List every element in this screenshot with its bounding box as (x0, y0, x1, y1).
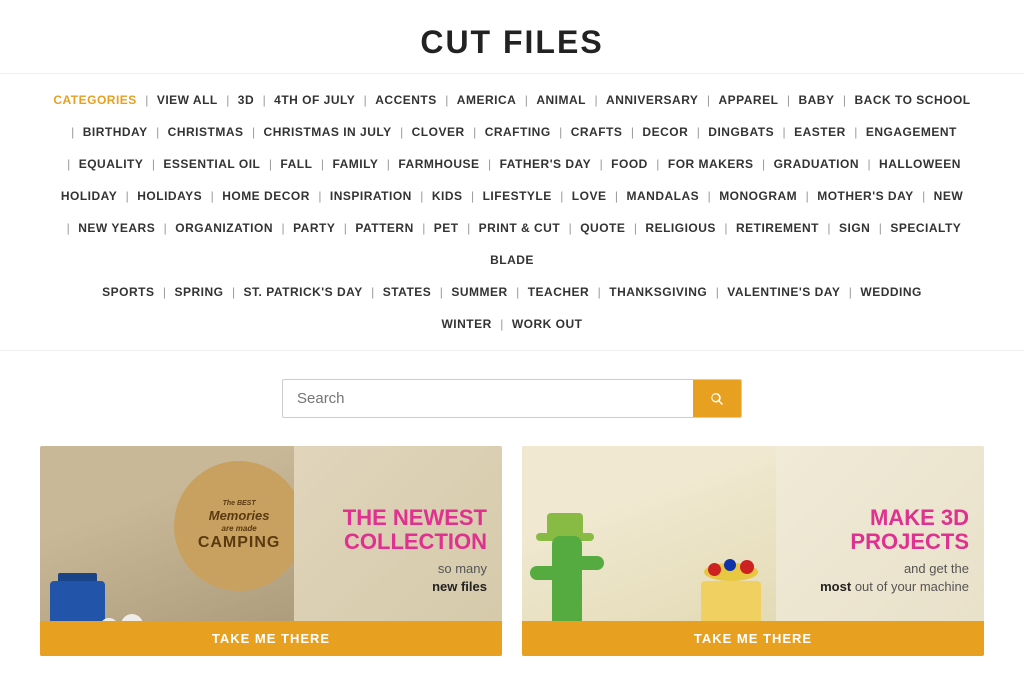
nav-item-easter[interactable]: EASTER (794, 125, 846, 139)
nav-item-religious[interactable]: RELIGIOUS (645, 221, 716, 235)
nav-item-holidays[interactable]: HOLIDAYS (137, 189, 202, 203)
nav-sep: | (145, 93, 148, 107)
nav-item-valentines[interactable]: VALENTINE'S DAY (727, 285, 840, 299)
nav-item-mandalas[interactable]: MANDALAS (626, 189, 699, 203)
hat-top (547, 513, 583, 533)
page-title: CUT FILES (20, 24, 1004, 61)
nav-item-graduation[interactable]: GRADUATION (774, 157, 859, 171)
search-container (282, 379, 742, 418)
nav-item-printcut[interactable]: PRINT & CUT (479, 221, 561, 235)
cactus-shape (552, 536, 582, 626)
nav-item-clover[interactable]: CLOVER (412, 125, 465, 139)
card-3d-projects: MAKE 3D PROJECTS and get the most out of… (522, 446, 984, 656)
nav-item-party[interactable]: PARTY (293, 221, 335, 235)
berry3 (708, 563, 721, 576)
nav-item-inspiration[interactable]: INSPIRATION (330, 189, 412, 203)
camping-circle: The BEST Memories are made CAMPING (174, 461, 294, 591)
nav-item-stpatricks[interactable]: ST. PATRICK'S DAY (244, 285, 363, 299)
nav-item-spring[interactable]: SPRING (175, 285, 224, 299)
nav-item-4th[interactable]: 4TH OF JULY (274, 93, 355, 107)
nav-item-halloween[interactable]: HALLOWEEN (879, 157, 961, 171)
card-right-button-area: TAKE ME THERE (522, 621, 984, 656)
nav-item-pet[interactable]: PET (434, 221, 459, 235)
nav-section: CATEGORIES | VIEW ALL | 3D | 4TH OF JULY… (0, 74, 1024, 351)
nav-item-dingbats[interactable]: DINGBATS (708, 125, 774, 139)
nav-item-mothersday[interactable]: MOTHER'S DAY (817, 189, 913, 203)
nav-item-birthday[interactable]: BIRTHDAY (83, 125, 148, 139)
nav-item-christmas[interactable]: CHRISTMAS (168, 125, 244, 139)
card-right-cta-button[interactable]: TAKE ME THERE (522, 621, 984, 656)
nav-item-sports[interactable]: SPORTS (102, 285, 154, 299)
nav-item-crafts[interactable]: CRAFTS (571, 125, 623, 139)
nav-item-pattern[interactable]: PATTERN (355, 221, 413, 235)
nav-item-america[interactable]: AMERICA (457, 93, 517, 107)
nav-item-quote[interactable]: QUOTE (580, 221, 625, 235)
nav-item-newyears[interactable]: NEW YEARS (78, 221, 155, 235)
nav-item-retirement[interactable]: RETIREMENT (736, 221, 819, 235)
nav-item-essentialoil[interactable]: ESSENTIAL OIL (163, 157, 260, 171)
nav-item-states[interactable]: STATES (383, 285, 432, 299)
card-right-subtext: and get the most out of your machine (767, 560, 969, 596)
berry1 (740, 560, 754, 574)
card-left-button-area: TAKE ME THERE (40, 621, 502, 656)
search-icon (709, 391, 725, 407)
nav-item-winter[interactable]: WINTER (441, 317, 491, 331)
camping-circle-text: The BEST Memories are made CAMPING (198, 500, 281, 553)
nav-item-thanksgiving[interactable]: THANKSGIVING (609, 285, 707, 299)
nav-item-decor[interactable]: DECOR (642, 125, 688, 139)
nav-item-lifestyle[interactable]: LIFESTYLE (483, 189, 552, 203)
nav-item-engagement[interactable]: ENGAGEMENT (866, 125, 957, 139)
nav-item-formakers[interactable]: FOR MAKERS (668, 157, 754, 171)
nav-item-crafting[interactable]: CRAFTING (485, 125, 551, 139)
nav-item-homedecor[interactable]: HOME DECOR (222, 189, 310, 203)
nav-item-3d[interactable]: 3D (238, 93, 254, 107)
nav-item-summer[interactable]: SUMMER (451, 285, 507, 299)
nav-item-new[interactable]: NEW (934, 189, 964, 203)
nav-item-farmhouse[interactable]: FARMHOUSE (398, 157, 479, 171)
nav-item-baby[interactable]: BABY (798, 93, 834, 107)
nav-item-fathersday[interactable]: FATHER'S DAY (500, 157, 592, 171)
card-left-subtext: so many new files (285, 560, 487, 596)
nav-item-categories[interactable]: CATEGORIES (53, 93, 136, 107)
card-left-heading: THE NEWEST COLLECTION (285, 506, 487, 554)
cards-section: The BEST Memories are made CAMPING THE N… (0, 446, 1024, 686)
nav-item-sign[interactable]: SIGN (839, 221, 870, 235)
nav-item-food[interactable]: FOOD (611, 157, 648, 171)
nav-item-family[interactable]: FAMILY (332, 157, 378, 171)
nav-item-holiday[interactable]: HOLIDAY (61, 189, 117, 203)
nav-item-christmasinjuly[interactable]: CHRISTMAS IN JULY (264, 125, 392, 139)
nav-item-wedding[interactable]: WEDDING (860, 285, 922, 299)
page-title-section: CUT FILES (0, 0, 1024, 74)
cooler-icon (50, 581, 105, 626)
berry2 (724, 559, 736, 571)
nav-item-teacher[interactable]: TEACHER (528, 285, 590, 299)
nav-item-animal[interactable]: ANIMAL (536, 93, 586, 107)
nav-item-love[interactable]: LOVE (572, 189, 607, 203)
search-button[interactable] (693, 380, 741, 417)
nav-item-anniversary[interactable]: ANNIVERSARY (606, 93, 698, 107)
nav-item-organization[interactable]: ORGANIZATION (175, 221, 273, 235)
nav-item-monogram[interactable]: MONOGRAM (719, 189, 797, 203)
nav-item-workout[interactable]: WORK OUT (512, 317, 583, 331)
nav-item-apparel[interactable]: APPAREL (718, 93, 778, 107)
nav-item-kids[interactable]: KIDS (432, 189, 463, 203)
search-section (0, 351, 1024, 446)
card-newest-collection: The BEST Memories are made CAMPING THE N… (40, 446, 502, 656)
card-left-cta-button[interactable]: TAKE ME THERE (40, 621, 502, 656)
nav-item-backtoschool[interactable]: BACK TO SCHOOL (855, 93, 971, 107)
nav-item-accents[interactable]: ACCENTS (375, 93, 437, 107)
card-right-heading: MAKE 3D PROJECTS (767, 506, 969, 554)
search-input[interactable] (283, 380, 693, 417)
nav-item-equality[interactable]: EQUALITY (79, 157, 144, 171)
nav-item-fall[interactable]: FALL (280, 157, 312, 171)
nav-item-viewall[interactable]: VIEW ALL (157, 93, 218, 107)
